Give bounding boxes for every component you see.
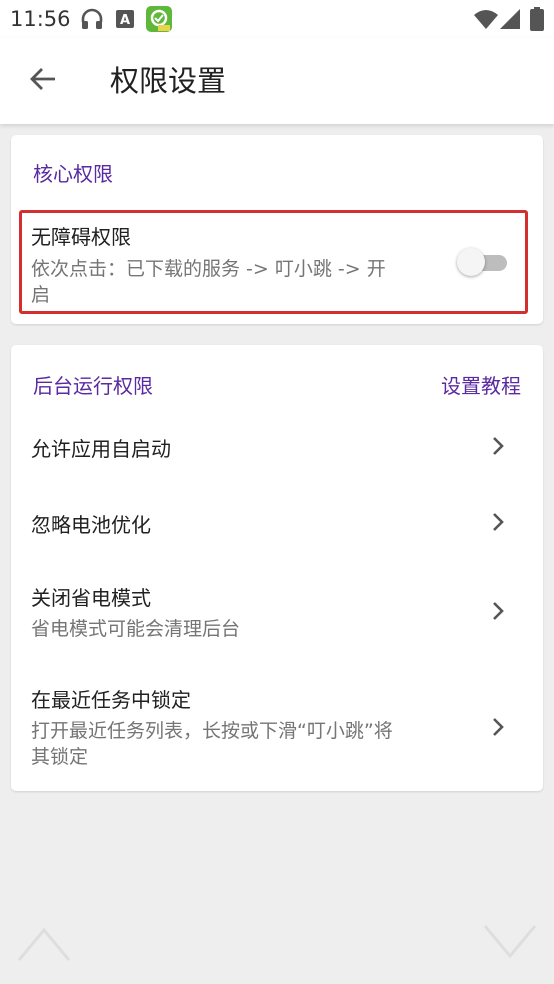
- list-item-recent-tasks-lock[interactable]: 在最近任务中锁定 打开最近任务列表，长按或下滑“叮小跳”将 其锁定: [11, 669, 543, 779]
- chevron-right-icon: [491, 512, 505, 532]
- watermark-decoration: [480, 916, 540, 970]
- list-item-title: 在最近任务中锁定: [31, 688, 191, 712]
- list-item-title: 关闭省电模式: [31, 586, 151, 610]
- accessibility-toggle[interactable]: [457, 247, 509, 277]
- chevron-right-icon: [491, 717, 505, 737]
- core-section-title: 核心权限: [33, 162, 113, 186]
- list-item-title: 允许应用自启动: [31, 437, 171, 461]
- accessibility-permission-row[interactable]: 无障碍权限 依次点击：已下载的服务 -> 叮小跳 -> 开 启: [19, 210, 528, 314]
- list-item-autostart[interactable]: 允许应用自启动: [11, 413, 543, 479]
- status-time: 11:56: [10, 7, 71, 31]
- list-item-battery-optimization[interactable]: 忽略电池优化: [11, 489, 543, 555]
- chevron-right-icon: [491, 601, 505, 621]
- a-letter-icon: A: [116, 10, 134, 32]
- list-item-subtitle-line2: 其锁定: [31, 746, 89, 768]
- toggle-thumb: [457, 248, 485, 276]
- background-permission-card: 后台运行权限 设置教程 允许应用自启动 忽略电池优化 关闭省电模式 省电模式可能…: [11, 345, 543, 791]
- list-item-title: 忽略电池优化: [31, 513, 151, 537]
- list-item-power-saving[interactable]: 关闭省电模式 省电模式可能会清理后台: [11, 567, 543, 653]
- app-bar: 权限设置: [0, 38, 554, 124]
- signal-icon: [500, 9, 520, 33]
- wifi-icon: [474, 9, 498, 33]
- arrow-back-icon: [29, 65, 57, 97]
- list-item-subtitle: 省电模式可能会清理后台: [31, 618, 241, 640]
- headphones-icon: [80, 8, 104, 34]
- background-section-title: 后台运行权限: [33, 374, 153, 398]
- accessibility-title: 无障碍权限: [31, 225, 131, 249]
- svg-text:A: A: [120, 13, 130, 28]
- back-button[interactable]: [22, 60, 64, 102]
- list-item-subtitle-line1: 打开最近任务列表，长按或下滑“叮小跳”将: [31, 720, 393, 742]
- accessibility-subtitle-line2: 启: [31, 284, 51, 306]
- status-bar: 11:56 A: [0, 0, 554, 38]
- app-badge-icon: [146, 6, 172, 36]
- accessibility-subtitle-line1: 依次点击：已下载的服务 -> 叮小跳 -> 开: [31, 258, 386, 280]
- chevron-right-icon: [491, 436, 505, 456]
- page-title: 权限设置: [110, 64, 227, 98]
- watermark-decoration: [14, 920, 74, 974]
- battery-icon: [530, 7, 544, 35]
- tutorial-link[interactable]: 设置教程: [441, 370, 521, 399]
- core-permission-card: 核心权限 无障碍权限 依次点击：已下载的服务 -> 叮小跳 -> 开 启: [11, 135, 543, 324]
